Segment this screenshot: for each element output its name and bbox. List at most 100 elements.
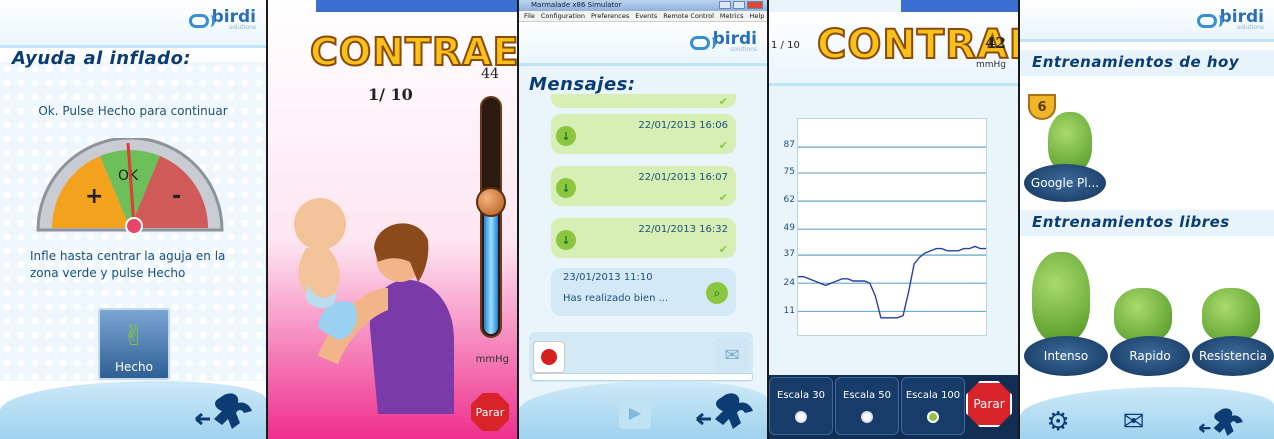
training-label: Rapido — [1129, 349, 1171, 363]
list-item[interactable]: ↓ 22/01/2013 16:07 ✔ — [551, 166, 736, 206]
bottom-toolbar: ⚙ ✉ — [1020, 405, 1274, 439]
pressure-value: 44 — [481, 66, 499, 82]
mail-icon[interactable]: ✉ — [1123, 407, 1145, 437]
y-tick-label: 37 — [783, 249, 795, 260]
stop-button[interactable]: Parar — [471, 393, 509, 431]
close-button[interactable] — [747, 1, 763, 9]
done-button-label: Hecho — [115, 360, 153, 374]
read-check-icon: ✔ — [718, 243, 728, 256]
gauge-pivot — [125, 217, 143, 233]
gauge-minus-label: - — [172, 184, 181, 209]
stop-button[interactable]: Parar — [966, 381, 1012, 427]
mascot-running-icon — [1114, 288, 1172, 342]
list-item[interactable]: ↓ 22/01/2013 16:06 ✔ — [551, 114, 736, 154]
status-bar — [901, 0, 1018, 12]
page-title: Mensajes: — [529, 74, 636, 95]
message-date: 22/01/2013 16:07 — [638, 172, 728, 183]
search-icon[interactable]: ⌕ — [706, 282, 728, 304]
training-endurance-button[interactable]: Resistencia — [1192, 336, 1274, 376]
screen-trainings: birdi solutions Entrenamientos de hoy 6 G… — [1020, 0, 1274, 439]
screen-messages: Marmalade x86 Simulator File Configurati… — [519, 0, 767, 439]
list-item[interactable]: 23/01/2013 11:10 Has realizado bien ... … — [551, 268, 736, 316]
pressure-meter — [476, 96, 506, 338]
y-tick-label: 24 — [783, 277, 795, 288]
gear-icon[interactable]: ⚙ — [1046, 407, 1069, 437]
mascot-icon — [1048, 112, 1092, 172]
menu-configuration[interactable]: Configuration — [541, 11, 585, 21]
mascot-strong-icon — [1032, 252, 1090, 342]
birdi-logo: birdi solutions — [188, 9, 256, 31]
mascot-thumbs-up-icon: ✌ — [122, 318, 146, 352]
menu-help[interactable]: Help — [750, 11, 765, 21]
pressure-value: 42 — [985, 34, 1006, 52]
pressure-meter-fill — [484, 203, 498, 334]
today-trainings-title: Entrenamientos de hoy — [1032, 53, 1240, 71]
menu-remote-control[interactable]: Remote Control — [663, 11, 714, 21]
pressure-meter-knob — [476, 187, 506, 217]
play-icon[interactable]: ▶ — [619, 395, 651, 429]
scale-label: Escala 50 — [843, 390, 891, 401]
message-date: 22/01/2013 16:06 — [638, 120, 728, 131]
scale-label: Escala 100 — [905, 390, 961, 401]
pressure-chart — [797, 118, 987, 336]
runner-back-icon[interactable] — [1197, 405, 1247, 439]
menu-preferences[interactable]: Preferences — [591, 11, 629, 21]
list-item[interactable]: ↓ 22/01/2013 16:32 ✔ — [551, 218, 736, 258]
done-button[interactable]: ✌ Hecho — [98, 308, 170, 380]
runner-back-icon[interactable] — [194, 389, 256, 433]
page-title: Ayuda al inflado: — [12, 48, 192, 69]
scale-30-button[interactable]: Escala 30 — [769, 377, 833, 435]
birdi-logo: birdi solutions — [689, 31, 757, 53]
training-label: Resistencia — [1199, 349, 1267, 363]
download-icon[interactable]: ↓ — [556, 126, 576, 146]
y-tick-label: 11 — [783, 306, 795, 317]
training-fast-button[interactable]: Rapido — [1110, 336, 1190, 376]
scale-label: Escala 30 — [777, 390, 825, 401]
training-intense-button[interactable]: Intenso — [1024, 336, 1108, 376]
screen-inflate-help: birdi solutions Ayuda al inflado: Ok. Pul… — [0, 0, 266, 439]
gauge-plus-label: + — [85, 184, 103, 209]
today-training-button[interactable]: Google Pl... — [1024, 164, 1106, 202]
scale-radio[interactable] — [861, 411, 873, 423]
read-check-icon: ✔ — [718, 139, 728, 152]
runner-back-icon[interactable] — [695, 389, 757, 433]
y-tick-label: 49 — [783, 223, 795, 234]
birdi-logo-icon — [188, 13, 215, 28]
scale-radio-selected[interactable] — [927, 411, 939, 423]
download-icon[interactable]: ↓ — [556, 230, 576, 250]
list-item[interactable]: ✔ — [551, 94, 736, 108]
window-controls — [719, 1, 763, 9]
pressure-series-line — [798, 245, 986, 319]
send-message-icon[interactable]: ✉ — [715, 338, 749, 372]
y-axis-labels: 87 75 62 49 37 24 11 — [775, 118, 797, 336]
menu-events[interactable]: Events — [635, 11, 657, 21]
parent-baby-illustration — [294, 198, 454, 414]
menu-file[interactable]: File — [524, 11, 535, 21]
trophy-count: 6 — [1037, 99, 1047, 115]
pressure-gauge: + OK - — [36, 138, 224, 233]
maximize-button[interactable] — [733, 1, 745, 9]
message-date: 22/01/2013 16:32 — [638, 224, 728, 235]
training-label: Intenso — [1043, 349, 1089, 363]
instruction-text: Ok. Pulse Hecho para continuar — [38, 104, 228, 118]
menu-metrics[interactable]: Metrics — [720, 11, 744, 21]
repetition-counter: 1/ 10 — [368, 85, 413, 104]
read-check-icon: ✔ — [718, 95, 728, 108]
scale-100-button[interactable]: Escala 100 — [901, 377, 965, 435]
download-icon[interactable]: ↓ — [556, 178, 576, 198]
y-tick-label: 62 — [783, 194, 795, 205]
simulator-menu-bar: File Configuration Preferences Events Re… — [519, 11, 767, 22]
training-label: Google Pl... — [1030, 176, 1100, 190]
read-check-icon: ✔ — [718, 191, 728, 204]
screen-contract-chart: 1 / 10 CONTRAE 42 mmHg 87 75 62 49 37 24 11 Es… — [769, 0, 1018, 439]
screen-contract-exercise: CONTRAE 1/ 10 44 mmHg Parar — [268, 0, 517, 439]
message-date: 23/01/2013 11:10 — [563, 272, 653, 283]
scale-50-button[interactable]: Escala 50 — [835, 377, 899, 435]
record-button[interactable] — [533, 341, 565, 373]
pressure-unit: mmHg — [975, 60, 1006, 70]
scale-radio[interactable] — [795, 411, 807, 423]
minimize-button[interactable] — [719, 1, 731, 9]
mascot-endurance-icon — [1202, 288, 1260, 342]
birdi-logo-icon — [1196, 13, 1223, 28]
birdi-logo-icon — [689, 35, 716, 50]
